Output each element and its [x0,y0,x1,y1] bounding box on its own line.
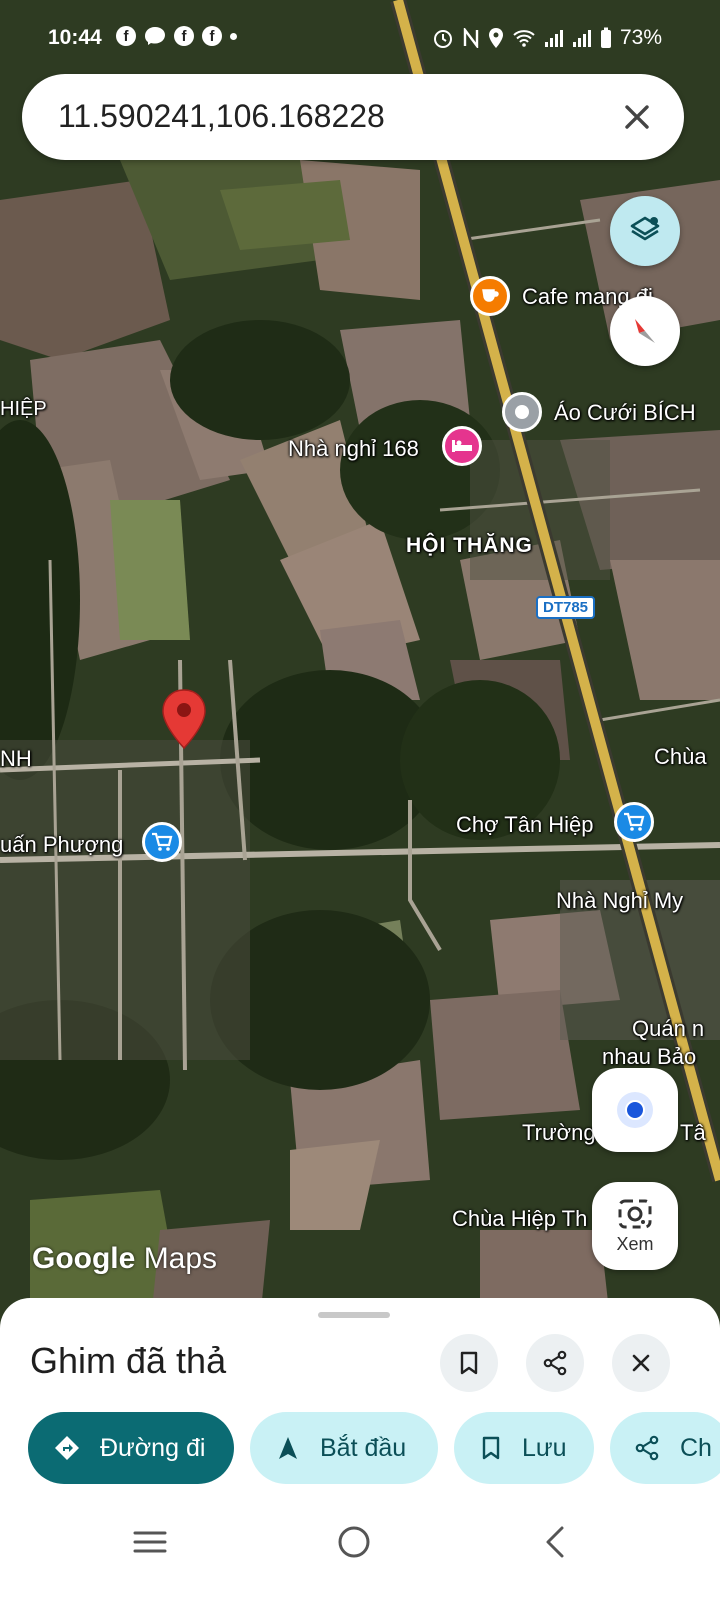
directions-button[interactable]: Đường đi [28,1412,234,1484]
lens-button[interactable]: Xem [592,1182,678,1270]
close-sheet-button[interactable] [612,1334,670,1392]
compass-icon [635,319,655,343]
label-chua-hiep[interactable]: Chùa Hiệp Th [452,1206,587,1232]
close-icon [632,1354,650,1372]
share-icon [635,1435,659,1461]
share-chip-button[interactable]: Ch [610,1412,720,1484]
camera-lens-icon [618,1199,652,1228]
shop-poi-icon[interactable] [142,822,182,862]
layers-icon [630,216,660,241]
close-icon [625,105,649,129]
logo-maps: Maps [143,1242,218,1275]
label-nha-nghi-168[interactable]: Nhà nghỉ 168 [288,436,419,462]
dropped-pin-icon[interactable] [160,688,208,750]
label-nha-nghi-my[interactable]: Nhà Nghỉ My [556,888,683,914]
layers-button[interactable] [610,196,680,266]
label-quan-nhau-1[interactable]: Quán n [632,1016,704,1042]
google-maps-logo: Google Maps [32,1242,217,1276]
sheet-drag-handle[interactable] [318,1312,390,1318]
back-button[interactable] [526,1512,586,1572]
back-chevron-icon [546,1526,564,1558]
home-circle-icon [338,1526,370,1558]
system-nav-bar [0,1498,720,1600]
home-button[interactable] [324,1512,384,1572]
directions-label: Đường đi [100,1433,206,1462]
label-tuan-phuong[interactable]: uấn Phượng [0,832,123,858]
location-icon [488,28,503,48]
save-bookmark-button[interactable] [440,1334,498,1392]
search-bar[interactable]: 11.590241,106.168228 [22,74,684,160]
label-nh: NH [0,746,32,771]
sheet-title: Ghim đã thả [30,1340,227,1381]
label-cho-tan-hiep[interactable]: Chợ Tân Hiệp [456,812,594,838]
label-chua[interactable]: Chùa [654,744,707,770]
shop-poi-icon[interactable] [614,802,654,842]
status-bar: 10:44 f f f 73% [0,0,720,78]
system-icons: 73% [432,26,662,50]
start-label: Bắt đầu [320,1433,407,1462]
recent-apps-button[interactable] [120,1512,180,1572]
messenger-icon [145,27,165,45]
save-chip-button[interactable]: Lưu [454,1412,594,1484]
save-label: Lưu [522,1433,567,1462]
label-truong[interactable]: Trường [522,1120,596,1146]
battery-icon [600,27,611,48]
bookmark-icon [482,1436,500,1460]
facebook-icon: f [116,26,136,46]
share-icon [543,1350,567,1376]
label-ao-cuoi[interactable]: Áo Cưới BÍCH [554,400,696,426]
label-hiep: HIỆP [0,398,47,420]
notification-icons: f f f [116,26,237,46]
nfc-icon [463,28,479,48]
cafe-poi-icon[interactable] [470,276,510,316]
menu-lines-icon [133,1531,167,1553]
status-time: 10:44 [48,26,102,49]
label-hoi-thang: HỘI THĂNG [406,534,533,557]
facebook-icon: f [174,26,194,46]
road-badge-dt785: DT785 [536,596,596,619]
wifi-icon [513,30,535,47]
signal-icon [572,30,591,47]
start-button[interactable]: Bắt đầu [250,1412,438,1484]
directions-icon [55,1436,79,1460]
hotel-poi-icon[interactable] [442,426,482,466]
alarm-icon [433,30,452,48]
my-location-button[interactable] [592,1068,678,1152]
bookmark-icon [460,1351,478,1375]
clear-search-button[interactable] [612,92,662,142]
logo-google: Google [32,1242,136,1275]
place-poi-icon[interactable] [502,392,542,432]
dot-icon [230,32,237,40]
facebook-icon: f [202,26,222,46]
navigation-arrow-icon [279,1437,297,1459]
share-button[interactable] [526,1334,584,1392]
label-ta[interactable]: Tâ [680,1120,706,1146]
share-label: Ch [680,1433,712,1462]
compass-button[interactable] [610,296,680,366]
label-quan-nhau-2[interactable]: nhau Bảo [602,1044,696,1070]
battery-percent: 73% [619,26,662,49]
lens-label: Xem [616,1233,654,1254]
my-location-icon [617,1092,653,1128]
search-query[interactable]: 11.590241,106.168228 [58,98,385,135]
signal-icon [544,30,563,47]
